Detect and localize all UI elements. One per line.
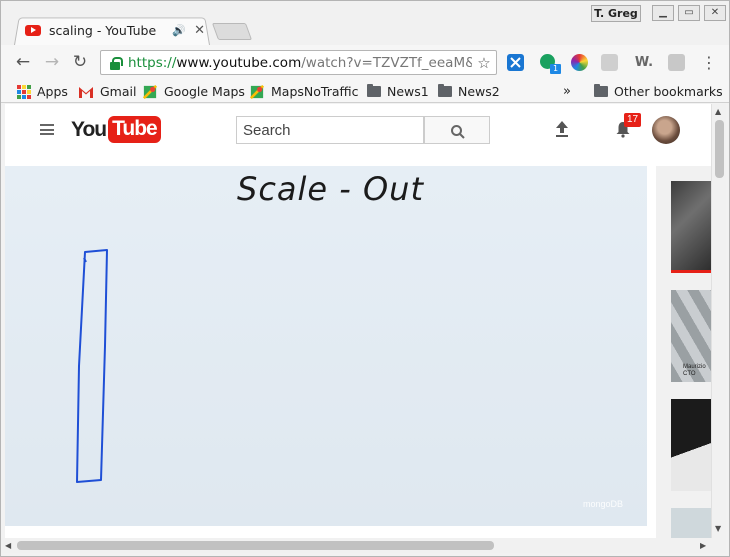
apps-grid-icon	[17, 84, 31, 99]
vertical-scrollbar[interactable]: ▲ ▼	[711, 104, 726, 538]
maps-icon	[249, 84, 265, 99]
address-bar[interactable]: https://www.youtube.com/watch?v=TZVZTf_e…	[100, 50, 497, 75]
folder-icon	[438, 84, 452, 97]
scroll-right-arrow-icon[interactable]: ▶	[700, 541, 706, 550]
scroll-up-arrow-icon[interactable]: ▲	[715, 107, 721, 116]
horizontal-scrollbar[interactable]: ◀ ▶	[1, 538, 726, 553]
related-videos: Maurizio CTO	[656, 166, 711, 538]
search-button[interactable]	[424, 116, 490, 144]
extension-w-icon[interactable]: W.	[634, 54, 654, 71]
bookmark-label: Other bookmarks	[614, 84, 723, 99]
lock-icon[interactable]	[108, 56, 123, 70]
bookmark-label: Apps	[37, 84, 68, 99]
vertical-scroll-thumb[interactable]	[715, 120, 724, 178]
restore-button[interactable]: ▭	[678, 5, 700, 21]
related-video-thumbnail[interactable]: Maurizio CTO	[671, 290, 711, 382]
scroll-left-arrow-icon[interactable]: ◀	[5, 541, 11, 550]
search-input[interactable]	[237, 117, 423, 143]
bookmark-folder-news1[interactable]: News1	[367, 83, 429, 100]
bookmark-label: MapsNoTraffic	[271, 84, 359, 99]
browser-toolbar: ← → ↻ https://www.youtube.com/watch?v=TZ…	[1, 45, 729, 79]
tab-close-icon[interactable]: ✕	[194, 23, 205, 38]
notification-count-badge: 17	[624, 113, 641, 127]
extension-image-icon[interactable]	[601, 54, 618, 71]
drawn-rectangle	[76, 249, 108, 483]
horizontal-scroll-thumb[interactable]	[17, 541, 494, 550]
chrome-menu-icon[interactable]: ⋮	[701, 54, 717, 72]
forward-arrow-icon[interactable]: →	[41, 52, 63, 72]
bookmark-star-icon[interactable]: ☆	[472, 54, 496, 72]
bookmark-label: Gmail	[100, 84, 137, 99]
extension-x-icon[interactable]	[507, 54, 524, 71]
search-icon	[451, 125, 465, 139]
logo-you: You	[71, 117, 107, 141]
speaker-icon[interactable]: 🔊	[172, 24, 186, 37]
gmail-icon	[79, 86, 93, 98]
youtube-logo[interactable]: You Tube	[71, 116, 161, 143]
bookmark-label: News2	[458, 84, 500, 99]
youtube-favicon-icon	[25, 24, 41, 36]
bookmark-apps[interactable]: Apps	[17, 83, 68, 100]
bookmarks-bar: Apps Gmail Google Maps MapsNoTraffic New…	[1, 79, 729, 103]
folder-icon	[367, 84, 381, 97]
related-video-thumbnail[interactable]	[671, 399, 711, 491]
hamburger-menu-icon[interactable]	[40, 124, 54, 135]
browser-window: scaling - YouTube 🔊 ✕ T. Greg ▁ ▭ ✕ ← → …	[0, 0, 730, 557]
close-button[interactable]: ✕	[704, 5, 726, 21]
tab-strip: scaling - YouTube 🔊 ✕ T. Greg ▁ ▭ ✕	[1, 1, 729, 45]
search-box	[236, 116, 424, 144]
bookmark-gmail[interactable]: Gmail	[78, 83, 136, 100]
bookmark-label: News1	[387, 84, 429, 99]
tab-title: scaling - YouTube	[49, 22, 157, 38]
tab-active[interactable]: scaling - YouTube 🔊 ✕	[25, 21, 205, 39]
thumbnail-caption: Maurizio CTO	[683, 364, 706, 377]
logo-tube: Tube	[108, 116, 161, 143]
extension-color-wheel-icon[interactable]	[571, 54, 588, 71]
extension-badge: 1	[550, 64, 561, 74]
upload-icon[interactable]	[554, 120, 570, 138]
bookmark-label: Google Maps	[164, 84, 245, 99]
related-video-thumbnail[interactable]	[671, 181, 711, 273]
minimize-button[interactable]: ▁	[652, 5, 674, 21]
other-bookmarks[interactable]: Other bookmarks	[594, 83, 723, 100]
profile-button[interactable]: T. Greg	[591, 5, 641, 22]
reload-icon[interactable]: ↻	[69, 52, 91, 72]
mongodb-watermark: mongoDB	[583, 499, 624, 509]
youtube-page: You Tube 17 Scale - Out mongoDB	[5, 104, 711, 538]
bookmark-google-maps[interactable]: Google Maps	[142, 83, 245, 100]
video-player[interactable]: Scale - Out mongoDB	[5, 166, 647, 526]
avatar[interactable]	[652, 116, 680, 144]
back-arrow-icon[interactable]: ←	[12, 52, 34, 72]
maps-icon	[142, 84, 158, 99]
bookmark-folder-news2[interactable]: News2	[438, 83, 500, 100]
url-text[interactable]: https://www.youtube.com/watch?v=TZVZTf_e…	[128, 55, 472, 71]
whiteboard-drawing	[76, 249, 108, 483]
extension-gray-icon[interactable]	[668, 54, 685, 71]
watched-progress-bar	[671, 270, 711, 273]
folder-icon	[594, 84, 608, 97]
youtube-header: You Tube 17	[5, 104, 711, 156]
bookmark-maps-no-traffic[interactable]: MapsNoTraffic	[249, 83, 358, 100]
scroll-down-arrow-icon[interactable]: ▼	[715, 524, 721, 533]
bookmarks-overflow-chevron[interactable]: »	[563, 83, 571, 100]
new-tab-button[interactable]	[211, 23, 253, 40]
related-video-thumbnail[interactable]	[671, 508, 711, 538]
